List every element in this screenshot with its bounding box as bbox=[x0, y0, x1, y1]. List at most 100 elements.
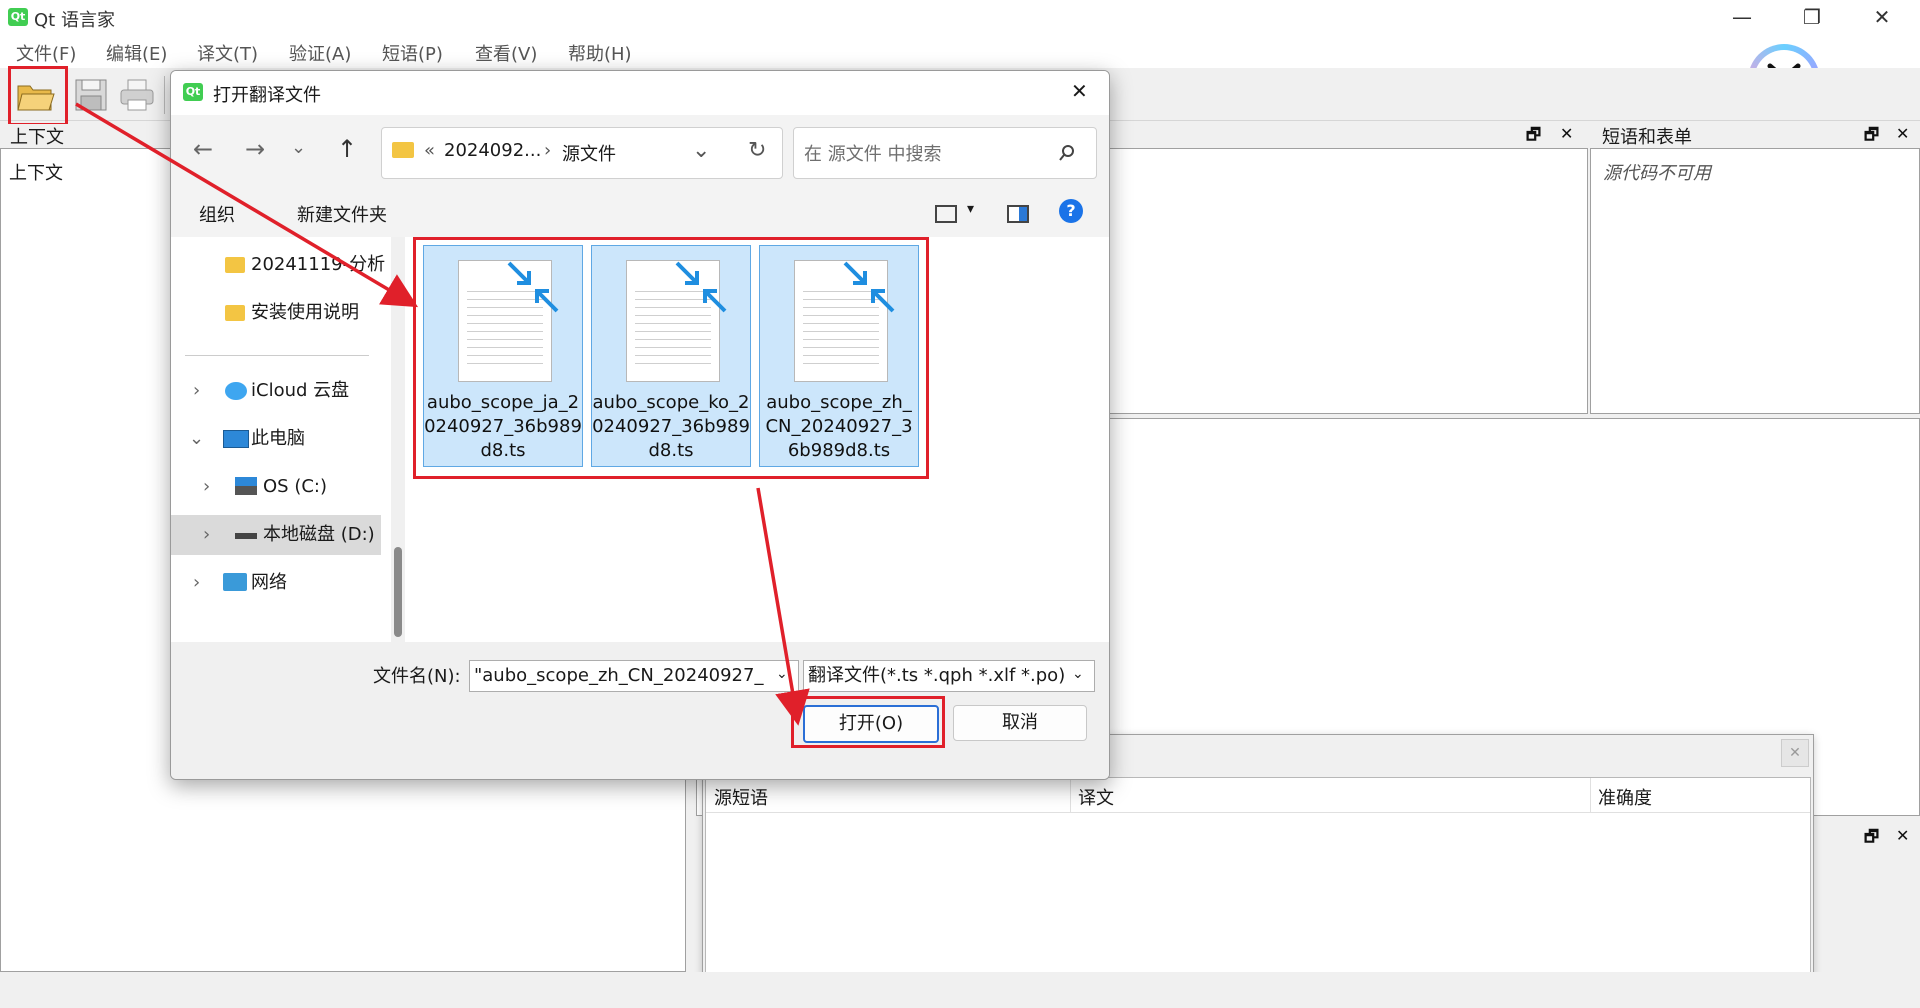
nav-item-network[interactable]: › 网络 bbox=[171, 563, 381, 603]
column-divider bbox=[1070, 778, 1071, 812]
nav-item-label: iCloud 云盘 bbox=[251, 380, 350, 401]
window-title: Qt 语言家 bbox=[34, 10, 115, 31]
drive-icon bbox=[235, 477, 257, 495]
refresh-icon[interactable]: ↻ bbox=[748, 138, 766, 163]
annotation-files-highlight bbox=[413, 237, 929, 479]
center-dock-controls: 🗗 ✕ bbox=[1510, 124, 1590, 146]
filename-value: "aubo_scope_zh_CN_20240927_36b989d8.ts" … bbox=[474, 665, 764, 686]
save-icon[interactable] bbox=[70, 74, 112, 116]
nav-item-label: 20241119-分析 bbox=[251, 254, 386, 275]
chevron-right-icon[interactable]: › bbox=[203, 467, 210, 507]
breadcrumb-prefix: « bbox=[424, 140, 436, 161]
folder-icon bbox=[392, 142, 414, 158]
nav-item-label: 安装使用说明 bbox=[251, 302, 359, 323]
menu-translation[interactable]: 译文(T) bbox=[197, 40, 258, 66]
minimize-button[interactable]: — bbox=[1712, 0, 1772, 34]
nav-item-label: 本地磁盘 (D:) bbox=[263, 524, 375, 545]
close-button[interactable]: ✕ bbox=[1852, 0, 1912, 34]
phrase-dock-title: 短语和表单 bbox=[1602, 127, 1692, 148]
cancel-button[interactable]: 取消 bbox=[953, 705, 1087, 741]
column-divider bbox=[1590, 778, 1591, 812]
dock-close-icon[interactable]: ✕ bbox=[1896, 124, 1909, 143]
context-column-header: 上下文 bbox=[9, 163, 63, 184]
dialog-close-icon[interactable]: ✕ bbox=[1071, 79, 1088, 103]
qt-app-icon: Qt bbox=[8, 8, 28, 26]
chevron-down-icon[interactable]: ⌄ bbox=[692, 138, 710, 163]
nav-item-folder-analysis[interactable]: 20241119-分析 bbox=[171, 245, 385, 285]
menu-file[interactable]: 文件(F) bbox=[16, 40, 76, 66]
nav-item-this-pc[interactable]: ⌄ 此电脑 bbox=[171, 419, 381, 459]
nav-item-label: 此电脑 bbox=[251, 428, 305, 449]
new-folder-button[interactable]: 新建文件夹 bbox=[297, 201, 387, 227]
dock-close-icon[interactable]: ✕ bbox=[1896, 826, 1909, 845]
preview-pane-icon[interactable] bbox=[1007, 205, 1029, 223]
dock-float-icon[interactable]: 🗗 bbox=[1864, 826, 1879, 853]
search-icon[interactable] bbox=[1058, 144, 1076, 162]
phrase-unavailable-text: 源代码不可用 bbox=[1603, 163, 1711, 184]
col-translation[interactable]: 译文 bbox=[1078, 784, 1114, 810]
back-arrow-icon[interactable]: ← bbox=[193, 135, 213, 163]
float-close-icon[interactable]: ✕ bbox=[1781, 739, 1809, 767]
help-icon[interactable]: ? bbox=[1059, 199, 1083, 223]
filetype-select[interactable]: 翻译文件(*.ts *.qph *.xlf *.po) ⌄ bbox=[803, 660, 1095, 692]
annotation-open-button-highlight bbox=[791, 696, 945, 748]
dialog-title: 打开翻译文件 bbox=[213, 85, 321, 106]
search-box[interactable]: 在 源文件 中搜索 bbox=[793, 127, 1097, 179]
menu-validation[interactable]: 验证(A) bbox=[289, 40, 351, 66]
col-accuracy[interactable]: 准确度 bbox=[1598, 784, 1652, 810]
forward-arrow-icon[interactable]: → bbox=[245, 135, 265, 163]
nav-scrollbar[interactable] bbox=[391, 237, 405, 642]
cloud-icon bbox=[225, 382, 247, 400]
nav-item-folder-install[interactable]: 安装使用说明 bbox=[171, 293, 381, 333]
open-file-dialog: Qt 打开翻译文件 ✕ ← → ⌄ ↑ « 2024092... › 源文件 ⌄… bbox=[170, 70, 1110, 780]
print-icon[interactable] bbox=[116, 74, 158, 116]
menu-view[interactable]: 查看(V) bbox=[475, 40, 537, 66]
folder-icon bbox=[225, 305, 245, 321]
chevron-down-icon[interactable]: ⌄ bbox=[776, 661, 788, 689]
col-source-phrase[interactable]: 源短语 bbox=[714, 784, 768, 810]
filetype-value: 翻译文件(*.ts *.qph *.xlf *.po) bbox=[808, 665, 1066, 686]
view-mode-icon[interactable] bbox=[935, 205, 957, 223]
recent-chevron-icon[interactable]: ⌄ bbox=[291, 137, 306, 158]
drive-icon bbox=[235, 533, 257, 539]
dialog-title-bar: Qt 打开翻译文件 ✕ bbox=[171, 71, 1109, 115]
file-list-area: aubo_scope_ja_20240927_36b989d8.ts aubo_… bbox=[405, 237, 1109, 642]
menu-help[interactable]: 帮助(H) bbox=[568, 40, 632, 66]
qt-dialog-icon: Qt bbox=[183, 83, 203, 101]
folder-icon bbox=[225, 257, 245, 273]
computer-icon bbox=[223, 430, 249, 448]
dock-float-icon[interactable]: 🗗 bbox=[1526, 124, 1541, 151]
maximize-button[interactable]: ❐ bbox=[1782, 0, 1842, 34]
context-dock-title: 上下文 bbox=[10, 127, 64, 148]
navigation-pane: 20241119-分析 安装使用说明 › iCloud 云盘 ⌄ 此电脑 › O… bbox=[171, 237, 391, 642]
filename-input[interactable]: "aubo_scope_zh_CN_20240927_36b989d8.ts" … bbox=[469, 660, 799, 692]
menu-edit[interactable]: 编辑(E) bbox=[106, 40, 167, 66]
chevron-right-icon[interactable]: › bbox=[203, 515, 210, 555]
menu-bar: 文件(F) 编辑(E) 译文(T) 验证(A) 短语(P) 查看(V) 帮助(H… bbox=[0, 34, 1920, 68]
nav-item-drive-c[interactable]: › OS (C:) bbox=[171, 467, 381, 507]
organize-menu[interactable]: 组织 bbox=[199, 201, 235, 227]
filename-label: 文件名(N): bbox=[373, 666, 461, 687]
chevron-down-icon[interactable]: ⌄ bbox=[1072, 661, 1084, 689]
nav-item-label: OS (C:) bbox=[263, 476, 327, 497]
title-bar: Qt Qt 语言家 — ❐ ✕ bbox=[0, 0, 1920, 34]
nav-scrollbar-thumb[interactable] bbox=[394, 547, 402, 637]
breadcrumb-folder[interactable]: 2024092... bbox=[444, 140, 541, 161]
phrase-table: 源短语 译文 准确度 bbox=[705, 777, 1811, 973]
nav-item-drive-d[interactable]: › 本地磁盘 (D:) bbox=[171, 515, 381, 555]
breadcrumb-separator: › bbox=[544, 140, 552, 161]
dock-close-icon[interactable]: ✕ bbox=[1560, 124, 1573, 143]
chevron-right-icon[interactable]: › bbox=[193, 371, 200, 411]
lower-dock-controls: 🗗 ✕ bbox=[1840, 826, 1920, 848]
menu-phrases[interactable]: 短语(P) bbox=[382, 40, 443, 66]
view-dropdown-icon[interactable]: ▾ bbox=[967, 201, 974, 217]
breadcrumb-current[interactable]: 源文件 bbox=[562, 140, 616, 166]
dock-float-icon[interactable]: 🗗 bbox=[1864, 124, 1879, 151]
phrase-table-header: 源短语 译文 准确度 bbox=[706, 778, 1810, 813]
nav-item-icloud[interactable]: › iCloud 云盘 bbox=[171, 371, 381, 411]
chevron-right-icon[interactable]: › bbox=[193, 563, 200, 603]
phrase-panel: 源代码不可用 bbox=[1590, 148, 1920, 414]
address-bar[interactable]: « 2024092... › 源文件 ⌄ ↻ bbox=[381, 127, 783, 179]
chevron-down-icon[interactable]: ⌄ bbox=[189, 419, 204, 459]
up-arrow-icon[interactable]: ↑ bbox=[337, 135, 357, 163]
